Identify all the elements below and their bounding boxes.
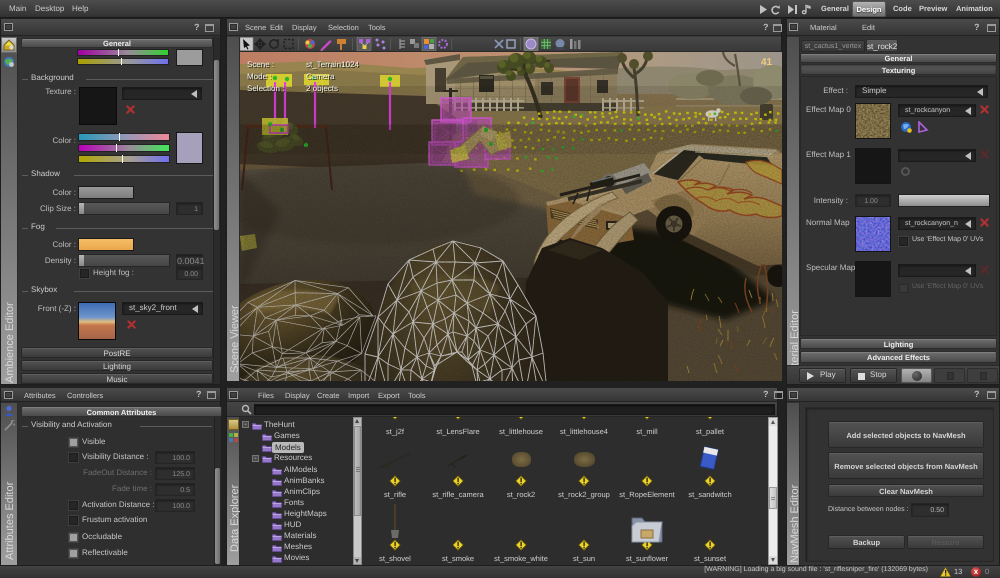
svg-text:41: 41 (761, 57, 773, 68)
svg-text:Mode :: Mode : (247, 72, 271, 81)
svg-text:2 objects: 2 objects (306, 84, 338, 93)
svg-text:Camera: Camera (306, 72, 335, 81)
svg-text:Scene :: Scene : (247, 60, 274, 69)
svg-text:Selection :: Selection : (247, 84, 284, 93)
svg-text:st_Terrain1024: st_Terrain1024 (306, 60, 359, 69)
